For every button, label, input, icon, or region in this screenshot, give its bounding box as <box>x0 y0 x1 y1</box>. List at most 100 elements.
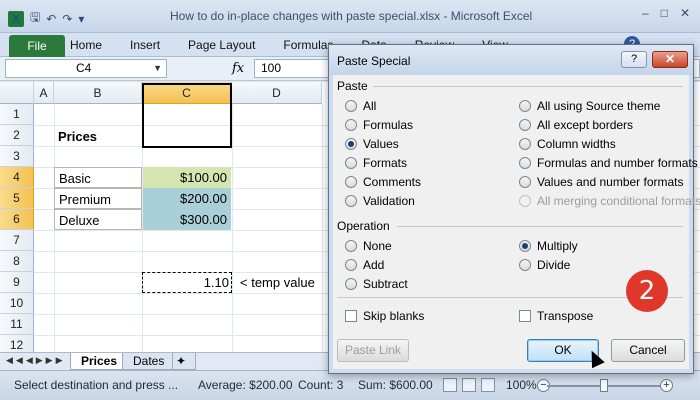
radio-icon[interactable] <box>519 138 531 150</box>
paste-option-all-using-source-theme[interactable]: All using Source theme <box>519 99 660 113</box>
radio-selected-icon[interactable] <box>519 240 531 252</box>
row-header-6[interactable]: 6 <box>0 209 34 230</box>
insert-sheet-icon[interactable]: ✦ <box>172 353 196 370</box>
temp-value-label[interactable]: < temp value <box>240 272 315 293</box>
radio-icon[interactable] <box>519 259 531 271</box>
paste-option-values-and-number-formats[interactable]: Values and number formats <box>519 175 684 189</box>
minimize-icon[interactable]: – <box>642 6 649 20</box>
row-header-2[interactable]: 2 <box>0 125 34 146</box>
tab-formulas[interactable]: Formulas <box>283 38 333 52</box>
transpose-checkbox[interactable]: Transpose <box>519 309 593 323</box>
paste-link-button: Paste Link <box>337 339 409 362</box>
tab-insert[interactable]: Insert <box>130 38 160 52</box>
radio-icon[interactable] <box>519 157 531 169</box>
customize-qat-icon[interactable]: ▾ <box>78 12 84 26</box>
row-header-5[interactable]: 5 <box>0 188 34 209</box>
radio-icon[interactable] <box>519 176 531 188</box>
temp-value-cell[interactable]: 1.10 <box>143 272 229 293</box>
item-name-cell[interactable]: Basic <box>54 167 142 188</box>
zoom-in-icon[interactable]: + <box>660 379 673 392</box>
row-header-11[interactable]: 11 <box>0 314 34 335</box>
radio-icon[interactable] <box>345 259 357 271</box>
radio-icon[interactable] <box>519 119 531 131</box>
cancel-button[interactable]: Cancel <box>611 339 685 362</box>
column-header-a[interactable]: A <box>34 82 54 104</box>
skip-blanks-checkbox[interactable]: Skip blanks <box>345 309 424 323</box>
paste-option-formulas[interactable]: Formulas <box>345 118 413 132</box>
dialog-close-button[interactable]: ✕ <box>652 51 688 68</box>
paste-option-validation[interactable]: Validation <box>345 194 415 208</box>
step-callout-badge: 2 <box>626 270 668 312</box>
paste-option-all-except-borders[interactable]: All except borders <box>519 118 633 132</box>
radio-icon[interactable] <box>345 100 357 112</box>
dialog-help-button[interactable]: ? <box>621 51 647 68</box>
insert-function-icon[interactable]: fx <box>232 61 244 76</box>
sheet-nav-arrows-icon[interactable]: ◀◀◀▶▶▶ <box>6 355 66 366</box>
paste-option-values[interactable]: Values <box>345 137 399 151</box>
status-bar: Select destination and press ... Average… <box>0 370 700 400</box>
tab-file[interactable]: File <box>9 35 65 57</box>
radio-icon[interactable] <box>345 278 357 290</box>
row-header-9[interactable]: 9 <box>0 272 34 293</box>
row-header-4[interactable]: 4 <box>0 167 34 188</box>
page-break-view-icon[interactable] <box>481 378 495 392</box>
sheet-tab-prices[interactable]: Prices <box>70 353 129 370</box>
operation-none[interactable]: None <box>345 239 392 253</box>
checkbox-icon[interactable] <box>345 310 357 322</box>
page-layout-view-icon[interactable] <box>462 378 476 392</box>
redo-icon[interactable]: ↷ <box>62 12 72 26</box>
radio-icon[interactable] <box>345 157 357 169</box>
undo-icon[interactable]: ↶ <box>46 12 56 26</box>
item-name-cell[interactable]: Premium <box>54 188 142 209</box>
operation-multiply[interactable]: Multiply <box>519 239 578 253</box>
tab-page-layout[interactable]: Page Layout <box>188 38 255 52</box>
zoom-level[interactable]: 100% <box>506 378 537 392</box>
status-average: Average: $200.00 <box>198 378 293 392</box>
paste-option-column-widths[interactable]: Column widths <box>519 137 616 151</box>
maximize-icon[interactable]: □ <box>661 6 668 20</box>
close-window-icon[interactable]: ✕ <box>680 6 690 20</box>
zoom-slider-thumb[interactable] <box>600 379 608 392</box>
paste-option-all[interactable]: All <box>345 99 376 113</box>
chevron-down-icon[interactable]: ▼ <box>153 60 162 77</box>
checkbox-icon[interactable] <box>519 310 531 322</box>
paste-group-label: Paste <box>337 79 368 93</box>
paste-option-formulas-and-number-formats[interactable]: Formulas and number formats <box>519 156 698 170</box>
radio-icon[interactable] <box>345 240 357 252</box>
radio-selected-icon[interactable] <box>345 138 357 150</box>
operation-divide[interactable]: Divide <box>519 258 570 272</box>
operation-add[interactable]: Add <box>345 258 384 272</box>
save-icon[interactable]: 🖫 <box>30 8 40 29</box>
operation-subtract[interactable]: Subtract <box>345 277 408 291</box>
radio-icon[interactable] <box>345 195 357 207</box>
name-box[interactable]: C4 ▼ <box>5 59 167 78</box>
item-name-cell[interactable]: Deluxe <box>54 209 142 230</box>
name-box-value: C4 <box>76 61 92 75</box>
price-cell[interactable]: $100.00 <box>143 167 231 188</box>
status-message: Select destination and press ... <box>14 378 179 392</box>
normal-view-icon[interactable] <box>443 378 457 392</box>
radio-icon[interactable] <box>345 176 357 188</box>
radio-icon[interactable] <box>345 119 357 131</box>
row-header-7[interactable]: 7 <box>0 230 34 251</box>
tab-home[interactable]: Home <box>70 38 102 52</box>
paste-option-formats[interactable]: Formats <box>345 156 407 170</box>
dialog-title-bar: Paste Special ? ✕ <box>329 45 693 75</box>
row-header-8[interactable]: 8 <box>0 251 34 272</box>
radio-icon[interactable] <box>519 100 531 112</box>
paste-option-all-merging-conditional-formats: All merging conditional formats <box>519 194 700 208</box>
divider <box>373 86 683 87</box>
sheet-tab-dates[interactable]: Dates <box>122 353 176 370</box>
price-cell[interactable]: $200.00 <box>143 188 231 209</box>
paste-option-comments[interactable]: Comments <box>345 175 421 189</box>
column-header-d[interactable]: D <box>232 82 322 104</box>
column-header-c[interactable]: C <box>142 82 232 104</box>
heading-cell[interactable]: Prices <box>58 126 97 147</box>
row-header-10[interactable]: 10 <box>0 293 34 314</box>
row-header-3[interactable]: 3 <box>0 146 34 167</box>
row-header-1[interactable]: 1 <box>0 104 34 125</box>
price-cell[interactable]: $300.00 <box>143 209 231 230</box>
window-title: How to do in-place changes with paste sp… <box>170 9 533 23</box>
column-header-b[interactable]: B <box>54 82 142 104</box>
select-all-corner[interactable] <box>0 82 34 104</box>
